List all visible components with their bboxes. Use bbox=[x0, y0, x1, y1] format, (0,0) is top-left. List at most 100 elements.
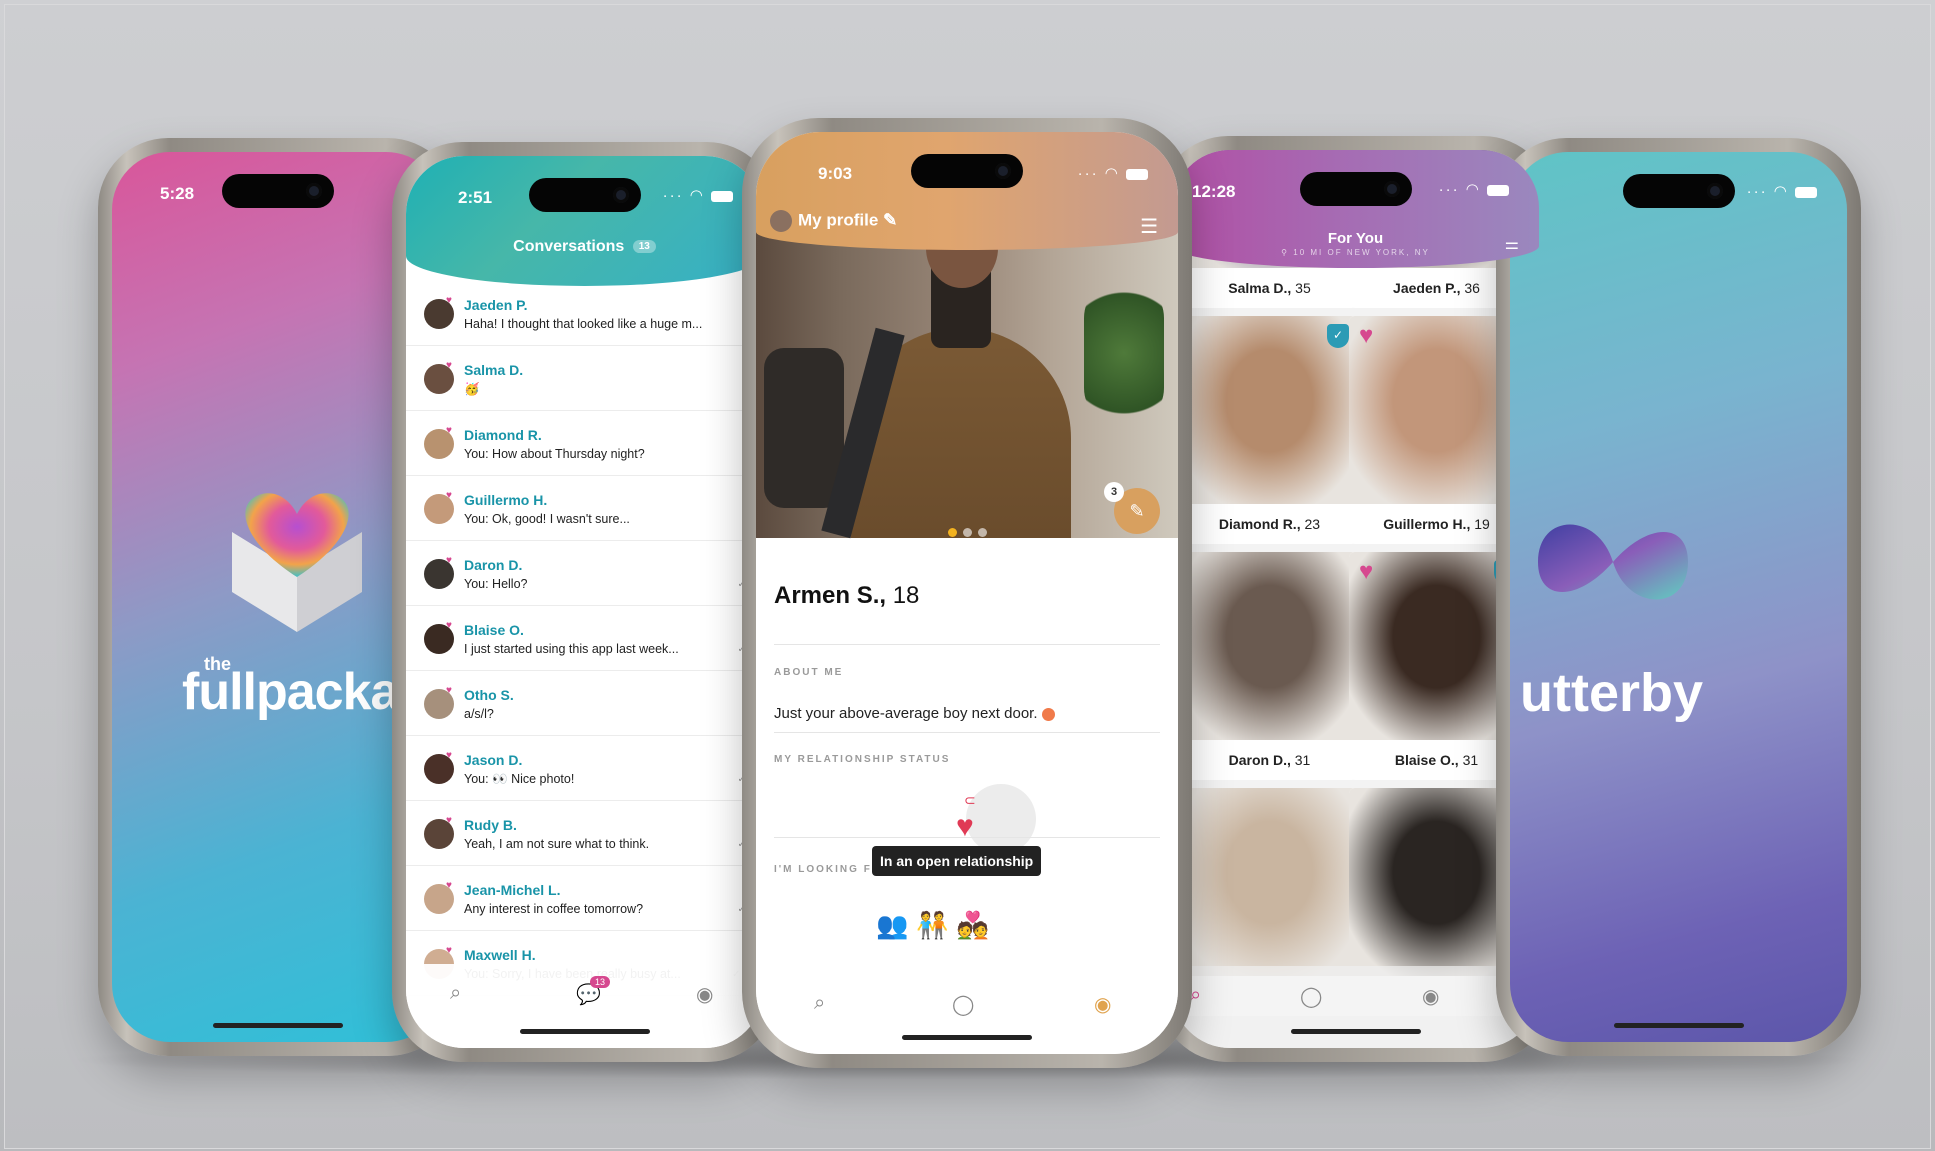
status-time: 5:28 bbox=[160, 184, 195, 203]
dynamic-island bbox=[1299, 172, 1412, 206]
home-indicator[interactable] bbox=[1613, 1023, 1744, 1028]
dynamic-island bbox=[528, 178, 641, 212]
conversation-row[interactable]: ♥Jason D.You: 👀 Nice photo!✓ 2/ bbox=[406, 736, 763, 801]
chat-unread-badge: 13 bbox=[590, 976, 611, 988]
heart-icon: ♥ bbox=[446, 295, 452, 306]
dynamic-island bbox=[222, 174, 334, 208]
brand-wordmark: utterby bbox=[1520, 663, 1704, 723]
verified-shield-icon: ✓ bbox=[1327, 324, 1349, 348]
conversation-name: Otho S. bbox=[464, 687, 514, 703]
conversation-list: ♥ Jaeden P. Haha! I thought that looked li… bbox=[406, 281, 763, 996]
conversation-row[interactable]: ♥Salma D.🥳✓ bbox=[406, 346, 763, 411]
butterfly-logo-icon bbox=[1538, 524, 1688, 600]
conversation-name: Daron D. bbox=[464, 557, 523, 573]
conversation-row[interactable]: ♥ Diamond R. You: How about Thursday night… bbox=[406, 411, 763, 476]
conversation-row[interactable]: ♥ Jean-Michel L. Any interest in coffee to… bbox=[406, 866, 763, 931]
date-icon[interactable]: 🧑‍🤝‍🧑 bbox=[916, 910, 956, 940]
pencil-icon: ✎ bbox=[883, 210, 898, 230]
conversation-row[interactable]: ♥ Blaise O. I just started using this app … bbox=[406, 606, 763, 671]
chat-tab-icon[interactable]: ◯ bbox=[1300, 984, 1322, 1009]
profile-photo bbox=[1182, 788, 1357, 976]
about-label: ABOUT ME bbox=[774, 667, 844, 678]
profile-card[interactable]: Daron D., 31 bbox=[1182, 552, 1357, 780]
profile-age: 18 bbox=[892, 582, 920, 609]
location-subtitle[interactable]: ⚲ 10 MI OF NEW YORK, NY bbox=[1172, 248, 1539, 257]
home-indicator[interactable] bbox=[1290, 1029, 1421, 1034]
phone-butterby-splash: ··· ◠ utterby bbox=[1496, 138, 1861, 1056]
profile-card-age: 35 bbox=[1295, 280, 1311, 296]
like-heart-icon[interactable]: ♥ bbox=[1359, 558, 1373, 586]
phone-my-profile: 9:03 ··· ◠ My profile ✎ ☰ 3 ✎ Armen S., … bbox=[742, 118, 1192, 1068]
conversation-row[interactable]: ♥ Guillermo H. You: Ok, good! I wasn't sur… bbox=[406, 476, 763, 541]
profile-card-age: 19 bbox=[1474, 516, 1490, 532]
profile-tab-icon[interactable]: ◉ bbox=[1094, 992, 1111, 1017]
profile-name-text: Armen S., bbox=[774, 582, 887, 609]
heart-icon: ♥ bbox=[446, 880, 452, 891]
conversation-name: Blaise O. bbox=[464, 622, 524, 638]
status-icons: ··· ◠ bbox=[1078, 164, 1148, 182]
profile-card-age: 31 bbox=[1294, 752, 1311, 768]
photo-pagination[interactable] bbox=[756, 524, 1178, 542]
home-indicator[interactable] bbox=[519, 1029, 650, 1034]
heart-icon: ♥ bbox=[446, 490, 452, 501]
heart-icon: ♥ bbox=[446, 750, 452, 761]
heart-icon: ♥ bbox=[446, 815, 452, 826]
relationship-label: MY RELATIONSHIP STATUS bbox=[774, 754, 951, 765]
splash-screen: ··· ◠ utterby bbox=[1510, 152, 1847, 1042]
chat-tab-icon[interactable]: 💬 13 bbox=[576, 976, 611, 1007]
heart-icon: ♥ bbox=[446, 945, 452, 956]
search-tab-icon[interactable]: ⌕ bbox=[814, 992, 825, 1015]
profile-card-name: Salma D., bbox=[1228, 280, 1292, 296]
heart-icon: ♥ bbox=[446, 360, 452, 371]
conversation-preview: Haha! I thought that looked like a huge … bbox=[464, 317, 703, 331]
profile-header-title[interactable]: My profile ✎ bbox=[770, 210, 897, 232]
chat-tab-icon[interactable]: ◯ bbox=[952, 992, 974, 1017]
conversation-row[interactable]: ♥Otho S.a/s/l?2/ bbox=[406, 671, 763, 736]
conversation-name: Guillermo H. bbox=[464, 492, 548, 508]
group-icon[interactable]: 👥 bbox=[876, 910, 916, 940]
conversation-row[interactable]: ♥ Rudy B. Yeah, I am not sure what to thin… bbox=[406, 801, 763, 866]
status-time: 12:28 bbox=[1192, 182, 1236, 201]
conversation-name: Maxwell H. bbox=[464, 947, 536, 963]
profile-tab-icon[interactable]: ◉ bbox=[1422, 984, 1439, 1009]
profile-tab-icon[interactable]: ◉ bbox=[696, 982, 713, 1007]
home-indicator[interactable] bbox=[213, 1023, 343, 1028]
heart-icon: ♥ bbox=[956, 810, 974, 843]
relationship-status-circle[interactable] bbox=[966, 784, 1036, 854]
divider bbox=[774, 732, 1160, 733]
home-indicator[interactable] bbox=[902, 1035, 1032, 1040]
location-text: 10 MI OF NEW YORK, NY bbox=[1293, 248, 1430, 257]
conversation-name: Jason D. bbox=[464, 752, 523, 768]
profile-card-name: Guillermo H., bbox=[1383, 516, 1471, 532]
couple-icon[interactable]: 💑 bbox=[957, 910, 997, 940]
phone-for-you: Salma D., 35 Jaeden P., 36 ✓ Diamond R., 23… bbox=[1158, 136, 1553, 1062]
peach-icon bbox=[1041, 707, 1055, 721]
conversations-title: Conversations 13 bbox=[406, 238, 763, 256]
dynamic-island bbox=[1622, 174, 1735, 208]
plant-background bbox=[1084, 278, 1164, 428]
conversation-preview: You: 👀 Nice photo! bbox=[464, 772, 575, 786]
menu-icon[interactable]: ☰ bbox=[1140, 214, 1158, 239]
tab-bar: ⌕ 💬 13 ◉ bbox=[406, 964, 763, 1048]
conversation-preview: Yeah, I am not sure what to think. bbox=[464, 837, 650, 851]
heart-icon: ♥ bbox=[446, 425, 452, 436]
brand-wordmark: fullpacka bbox=[182, 663, 399, 721]
profile-caption: Diamond R., 23 bbox=[1182, 504, 1357, 544]
looking-for-icons[interactable]: 👥🧑‍🤝‍🧑💑 bbox=[876, 910, 997, 941]
conversation-name: Salma D. bbox=[464, 362, 524, 378]
conversation-name: Rudy B. bbox=[464, 817, 517, 833]
profile-card-name: Daron D., bbox=[1228, 752, 1291, 768]
heart-icon: ♥ bbox=[446, 620, 452, 631]
like-heart-icon[interactable]: ♥ bbox=[1359, 322, 1373, 350]
conversation-preview: You: Ok, good! I wasn't sure... bbox=[464, 512, 630, 526]
profile-card[interactable]: ✓ Diamond R., 23 bbox=[1182, 316, 1357, 544]
conversation-name: Jean-Michel L. bbox=[464, 882, 561, 898]
status-time: 2:51 bbox=[458, 188, 493, 207]
filter-icon[interactable]: ⚌ bbox=[1505, 234, 1519, 254]
search-tab-icon[interactable]: ⌕ bbox=[450, 982, 461, 1005]
conversation-row[interactable]: ♥Daron D.You: Hello?✓ 2/ bbox=[406, 541, 763, 606]
profile-card-age: 31 bbox=[1462, 752, 1479, 768]
status-icons: ··· ◠ bbox=[1747, 182, 1817, 200]
conversation-row[interactable]: ♥ Jaeden P. Haha! I thought that looked li… bbox=[406, 281, 763, 346]
for-you-title: For You bbox=[1327, 230, 1384, 247]
